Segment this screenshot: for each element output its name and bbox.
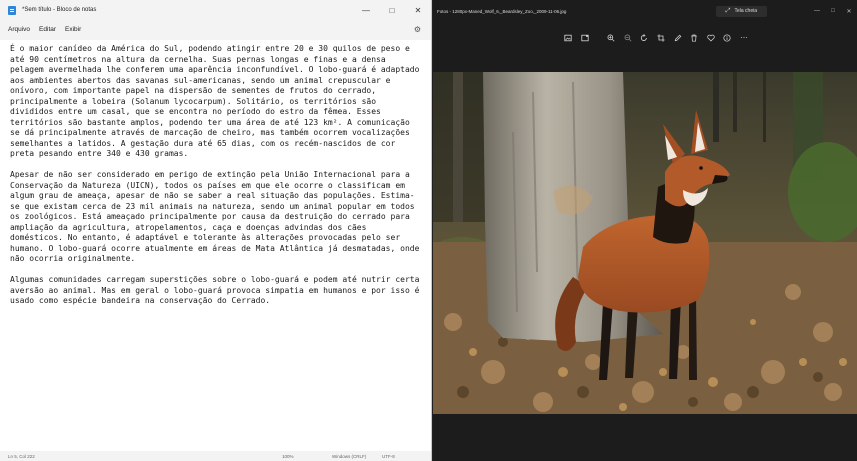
photos-window: Fotos - 1280px-Maned_Wolf_6,_Beardsley_Z… [433,0,857,461]
maximize-icon[interactable]: □ [379,0,405,20]
photo-viewport[interactable] [433,72,857,414]
text-paragraph: Algumas comunidades carregam superstiçõe… [10,275,425,305]
fullscreen-button[interactable]: ⤢ Tela cheia [715,5,767,17]
close-icon[interactable]: ✕ [405,0,431,20]
fullscreen-icon: ⤢ [725,7,731,14]
cursor-position: Ln 5, Col 222 [8,453,35,459]
photos-title: Fotos - 1280px-Maned_Wolf_6,_Beardsley_Z… [437,8,567,14]
text-paragraph: É o maior canídeo da América do Sul, pod… [10,44,425,158]
maximize-icon[interactable]: □ [825,8,841,15]
gear-icon[interactable]: ⚙ [414,25,421,34]
menu-exibir[interactable]: Exibir [65,26,81,33]
rotate-icon[interactable] [637,31,651,45]
crop-icon[interactable] [654,31,668,45]
minimize-icon[interactable]: — [353,0,379,20]
status-bar: Ln 5, Col 222 100% Windows (CRLF) UTF-8 [0,451,431,461]
notepad-app-icon [8,5,16,15]
delete-icon[interactable] [687,31,701,45]
photo-toolbar: ⋯ [561,31,754,45]
zoom-in-icon[interactable] [604,31,618,45]
zoom-out-icon[interactable] [621,31,635,45]
menu-editar[interactable]: Editar [39,26,56,33]
text-paragraph: Apesar de não ser considerado em perigo … [10,170,425,263]
notepad-window: *Sem título - Bloco de notas — □ ✕ Arqui… [0,0,432,461]
image-icon[interactable] [561,31,575,45]
close-icon[interactable]: ✕ [841,8,857,15]
maned-wolf-photo [433,72,857,414]
adjust-icon[interactable] [578,31,592,45]
info-icon[interactable] [720,31,734,45]
favorite-icon[interactable] [704,31,718,45]
menu-arquivo[interactable]: Arquivo [8,26,30,33]
zoom-level: 100% [282,453,294,459]
encoding: UTF-8 [382,453,395,459]
notepad-title: *Sem título - Bloco de notas [22,7,97,13]
more-icon[interactable]: ⋯ [737,31,751,45]
notepad-titlebar[interactable]: *Sem título - Bloco de notas — □ ✕ [0,0,431,20]
line-ending: Windows (CRLF) [332,453,367,459]
fullscreen-label: Tela cheia [734,8,757,14]
text-editor[interactable]: É o maior canídeo da América do Sul, pod… [0,40,431,451]
photos-titlebar[interactable]: Fotos - 1280px-Maned_Wolf_6,_Beardsley_Z… [433,0,857,22]
draw-icon[interactable] [671,31,685,45]
minimize-icon[interactable]: — [809,8,825,15]
notepad-menubar: Arquivo Editar Exibir ⚙ [0,20,431,38]
